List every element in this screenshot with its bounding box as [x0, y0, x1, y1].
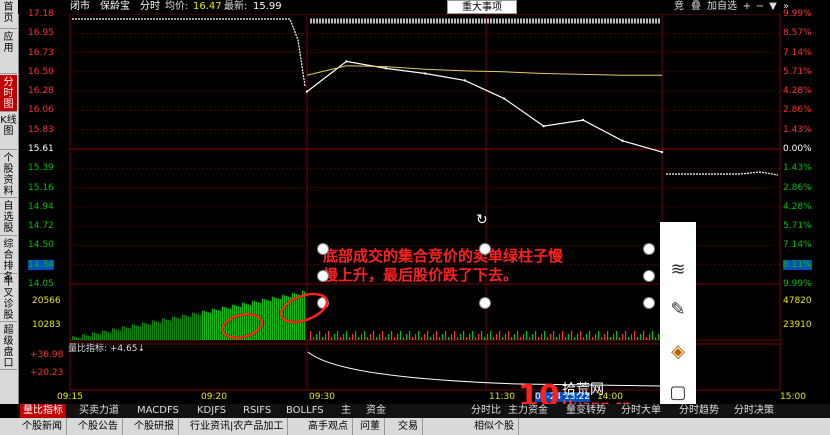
info-tab-5[interactable]: 问董	[356, 418, 385, 435]
info-tab-4[interactable]: 高手观点	[304, 418, 353, 435]
layers-icon[interactable]: ≋	[665, 257, 691, 283]
info-tab-7[interactable]: 相似个股	[470, 418, 519, 435]
bucket-icon[interactable]: ◈	[665, 339, 691, 365]
indicator-tab-7[interactable]: 资金	[363, 404, 389, 418]
indicator-tab-1[interactable]: 买卖力道	[76, 404, 122, 418]
indicator-tab-10[interactable]: 量变转势	[563, 404, 609, 418]
info-tabs: 个股新闻 个股公告 个股研报 行业资讯|农产品加工 高手观点 问董 交易 相似个股	[0, 418, 830, 435]
info-tab-2[interactable]: 个股研报	[130, 418, 179, 435]
indicator-tab-0[interactable]: 量比指标	[20, 404, 66, 418]
indicator-tab-6[interactable]: 主	[338, 404, 354, 418]
indicator-tab-9[interactable]: 主力资金	[505, 404, 551, 418]
highlight-ellipse-2	[279, 292, 329, 324]
indicator-tab-2[interactable]: MACDFS	[134, 404, 182, 418]
indicator-tabs: 量比指标 买卖力道 MACDFS KDJFS RSIFS BOLLFS 主资金 分时比 主力资金…	[18, 404, 830, 418]
indicator-tab-3[interactable]: KDJFS	[194, 404, 229, 418]
drawing-tool-panel: ≋ ✎ ◈ ▢	[660, 222, 696, 427]
indicator-tab-11[interactable]: 分时大单	[618, 404, 664, 418]
info-tab-6[interactable]: 交易	[394, 418, 423, 435]
info-tab-1[interactable]: 个股公告	[74, 418, 123, 435]
indicator-tab-8[interactable]: 分时比	[468, 404, 504, 418]
info-tab-0[interactable]: 个股新闻	[18, 418, 67, 435]
highlight-ellipse-1	[221, 313, 263, 339]
info-tab-3[interactable]: 行业资讯|农产品加工	[186, 418, 289, 435]
watermark-brand: 拾荒网	[562, 382, 604, 398]
frame-icon[interactable]: ▢	[665, 380, 691, 406]
annotation-ellipses	[221, 292, 329, 339]
indicator-tab-4[interactable]: RSIFS	[240, 404, 274, 418]
pen-icon[interactable]: ✎	[665, 297, 691, 323]
indicator-tab-5[interactable]: BOLLFS	[283, 404, 327, 418]
indicator-tab-12[interactable]: 分时趋势	[676, 404, 722, 418]
indicator-tab-13[interactable]: 分时决策	[731, 404, 777, 418]
